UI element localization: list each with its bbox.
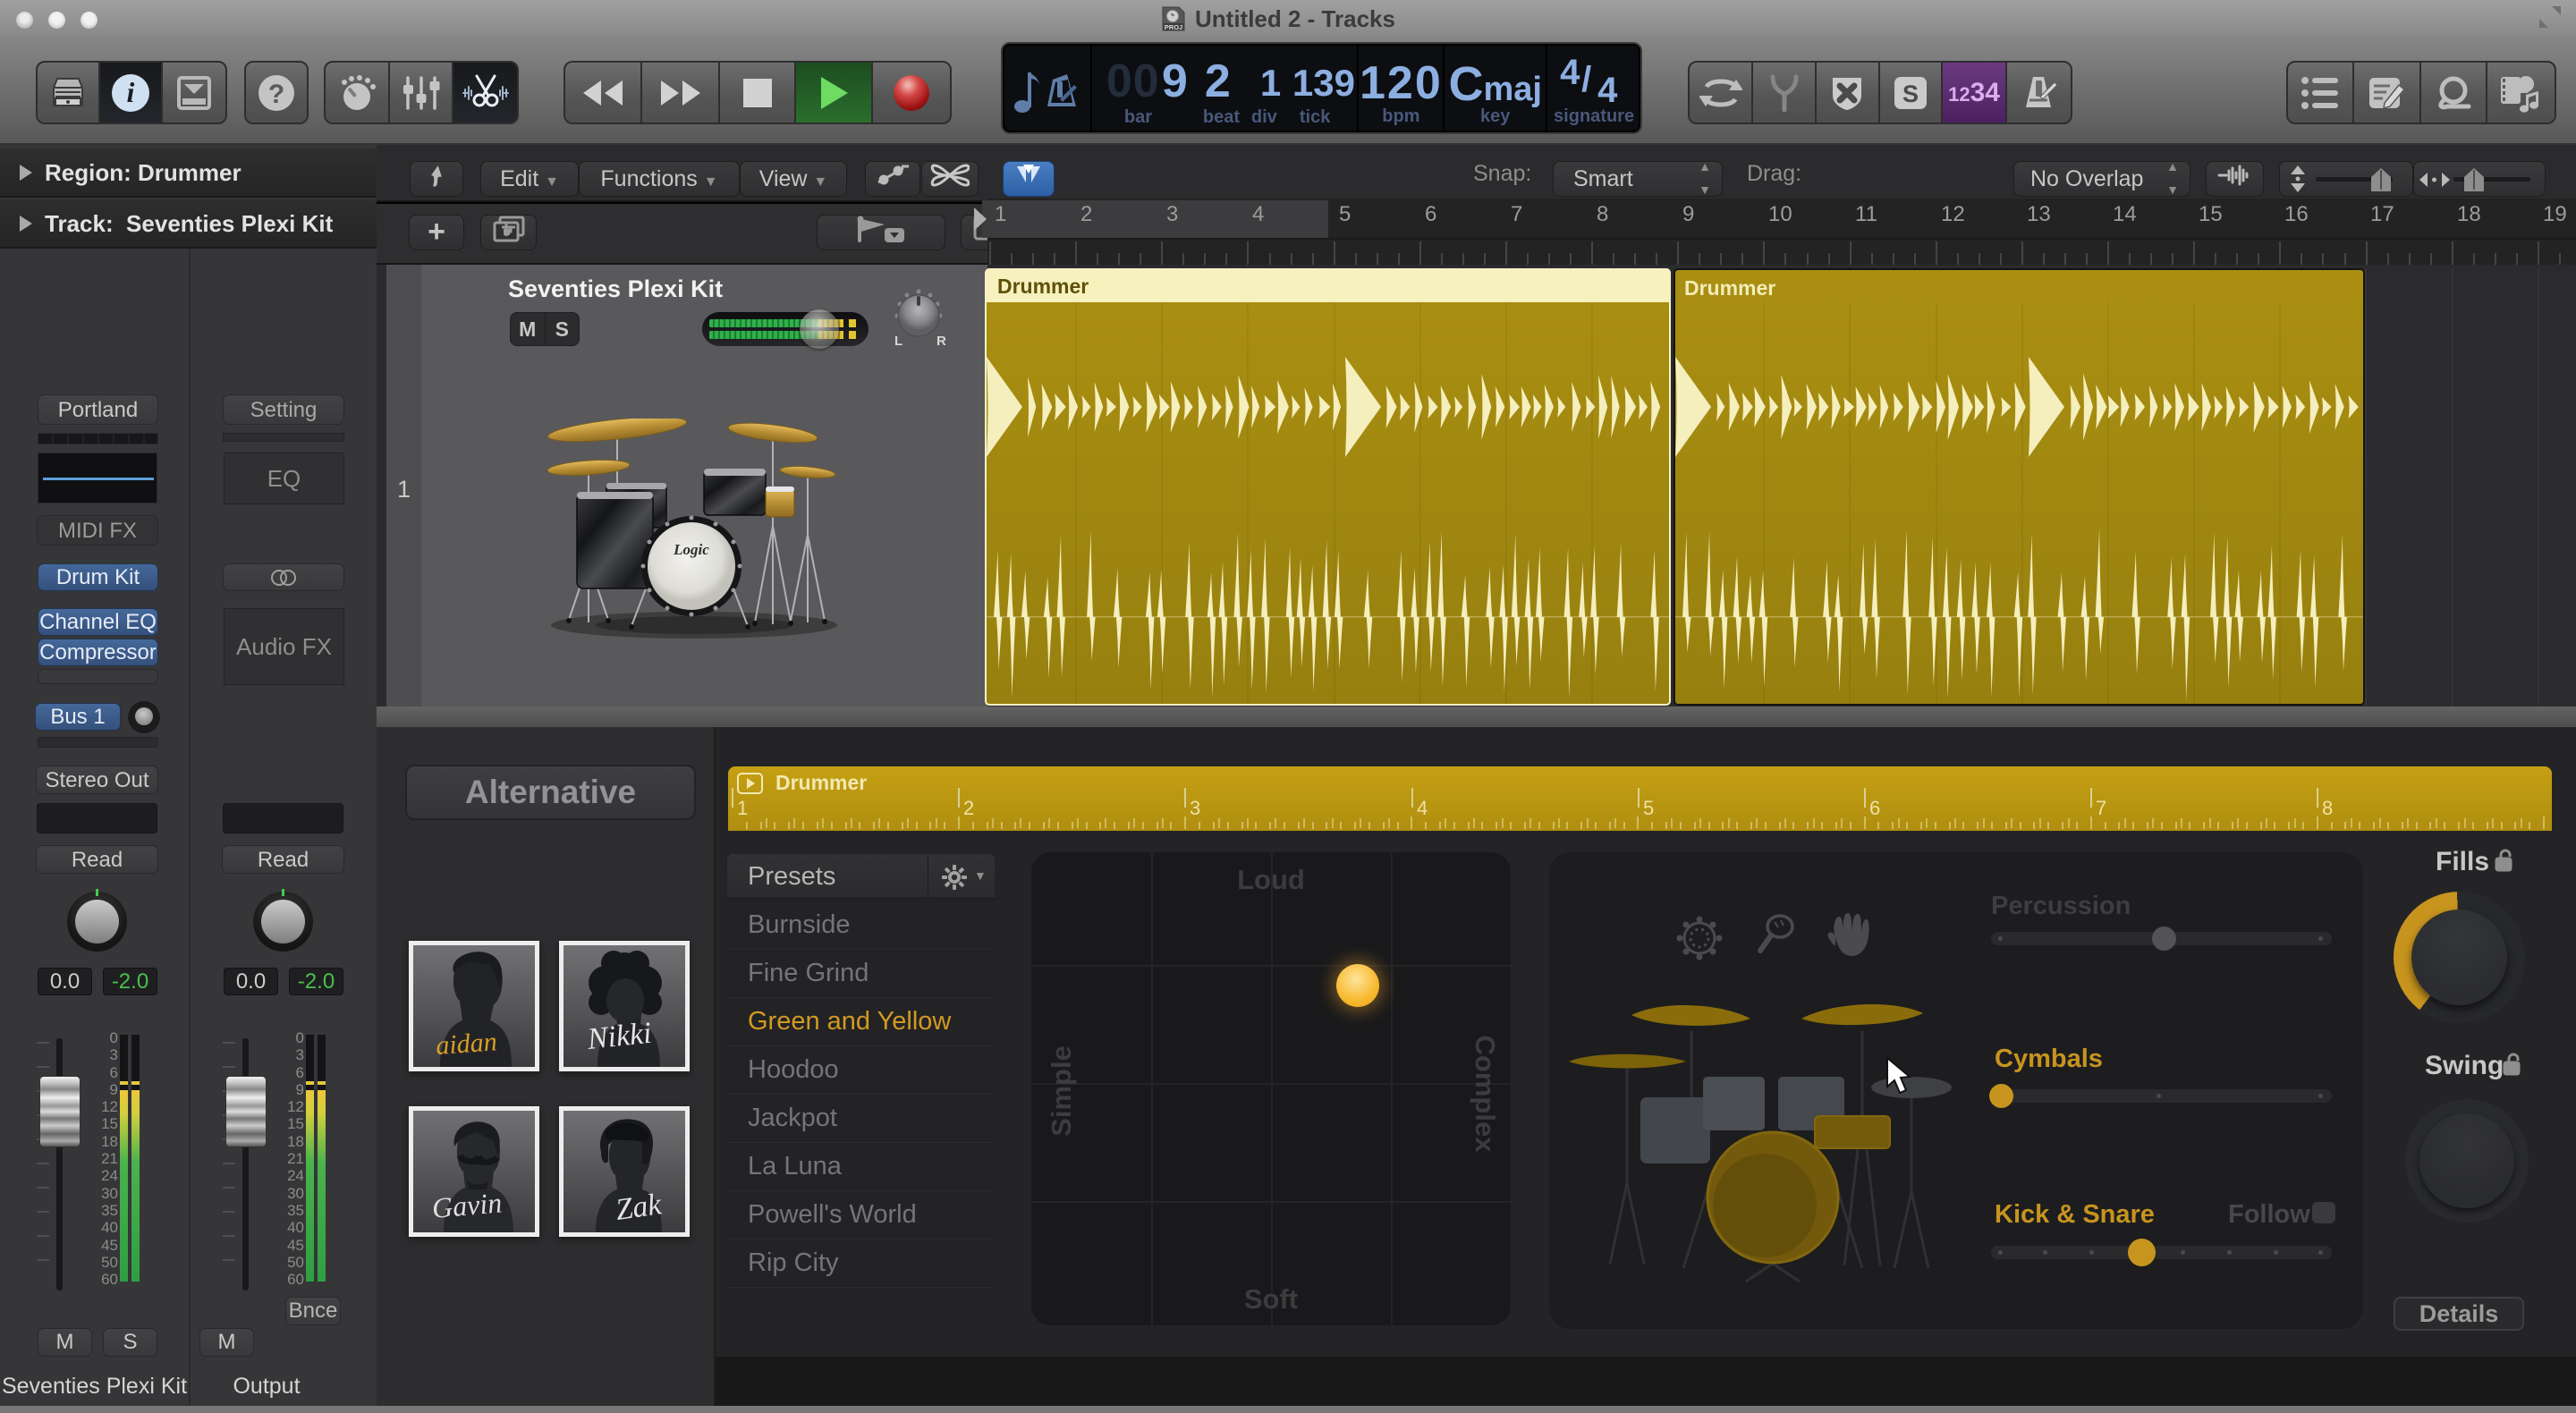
- svg-text:i: i: [127, 76, 135, 108]
- svg-text:L: L: [894, 334, 902, 349]
- svg-text:R: R: [936, 334, 946, 349]
- svg-text:Logic: Logic: [673, 541, 709, 558]
- svg-text:?: ?: [268, 80, 284, 109]
- svg-text:Gavin: Gavin: [430, 1186, 503, 1224]
- svg-text:Nikki: Nikki: [585, 1017, 653, 1056]
- svg-text:aidan: aidan: [435, 1027, 497, 1061]
- svg-text:Zak: Zak: [614, 1188, 665, 1227]
- svg-text:PROJ: PROJ: [1165, 23, 1182, 31]
- svg-text:S: S: [1902, 80, 1919, 107]
